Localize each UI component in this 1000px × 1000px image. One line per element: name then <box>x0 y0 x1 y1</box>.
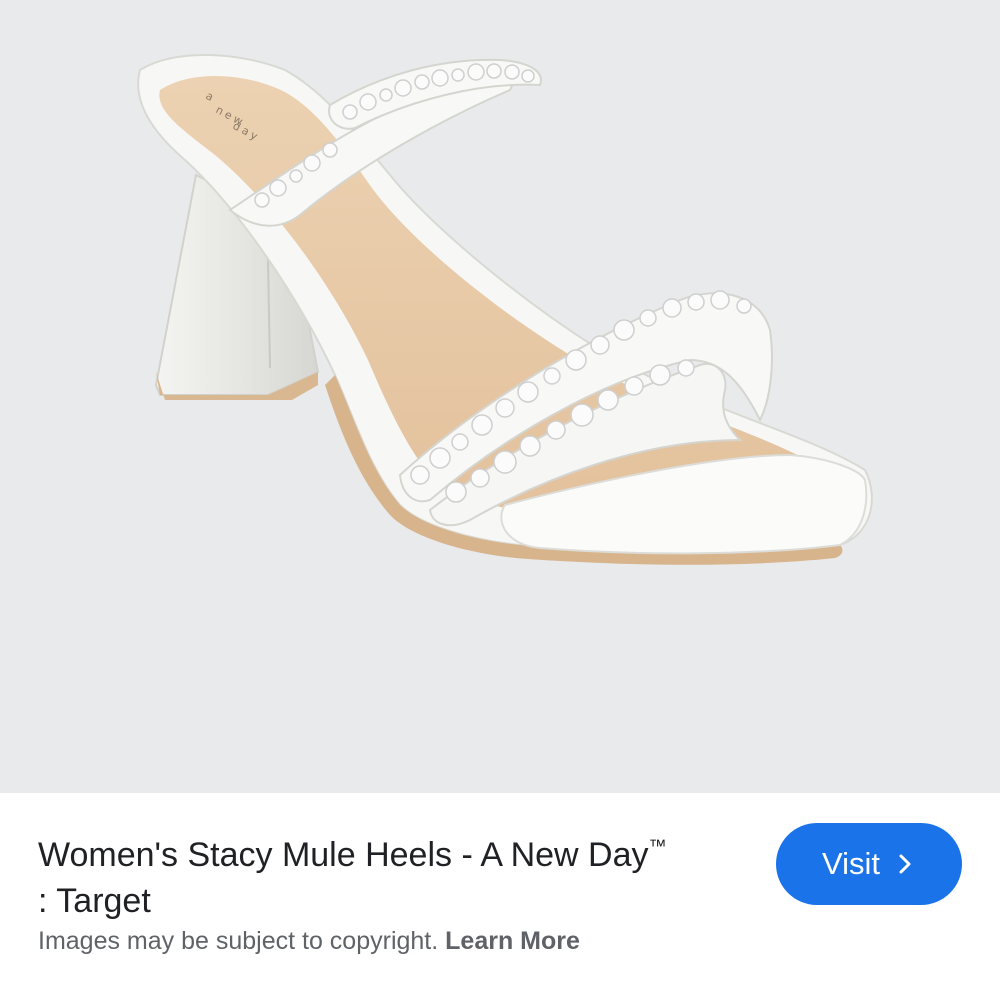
result-info: Women's Stacy Mule Heels - A New Day™ : … <box>0 793 1000 1000</box>
visit-button[interactable]: Visit <box>776 823 962 905</box>
result-source: : Target <box>38 882 151 920</box>
learn-more-link[interactable]: Learn More <box>445 927 580 955</box>
copyright-notice: Images may be subject to copyright. Lear… <box>38 927 580 956</box>
visit-button-label: Visit <box>821 846 880 881</box>
result-title-line1: Women's Stacy Mule Heels - A New Day <box>38 836 649 874</box>
trademark-symbol: ™ <box>648 836 667 856</box>
image-result-panel: a new day Women's Stacy Mule Heels - A N… <box>0 0 1000 1000</box>
copyright-text: Images may be subject to copyright. <box>38 927 439 955</box>
sandal-image: a new day <box>137 53 873 565</box>
product-image[interactable]: a new day <box>0 0 1000 793</box>
chevron-right-icon <box>899 854 911 874</box>
result-title[interactable]: Women's Stacy Mule Heels - A New Day™ : … <box>38 823 738 924</box>
